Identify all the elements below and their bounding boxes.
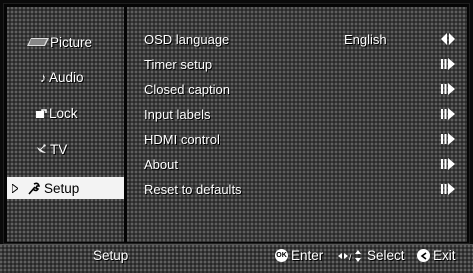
right-arrow-icon[interactable]: [441, 108, 455, 120]
sidebar-item-setup[interactable]: Setup: [7, 177, 124, 199]
selection-pointer-icon: [7, 183, 19, 193]
sidebar-item-label: Setup: [44, 180, 80, 196]
wrench-icon: [19, 182, 41, 195]
menu-row-label: Closed caption: [144, 81, 230, 97]
sidebar-item-label: TV: [50, 141, 68, 157]
sidebar-item-label: Lock: [49, 105, 78, 121]
sidebar-item-label: Picture: [50, 34, 93, 50]
sidebar-item-audio[interactable]: ♪ Audio: [7, 66, 124, 88]
enter-label: Enter: [291, 248, 324, 263]
exit-label: Exit: [433, 248, 456, 263]
right-arrow-icon[interactable]: [441, 133, 455, 145]
sidebar-item-tv[interactable]: TV: [7, 138, 124, 160]
footer-hint-bar: Setup OK Enter / Select Exit: [0, 244, 473, 273]
menu-row-input-labels[interactable]: Input labels: [127, 104, 467, 124]
setup-menu-panel: OSD language English Timer setup Closed …: [127, 7, 467, 242]
category-sidebar: Picture ♪ Audio Lock TV Setup: [7, 7, 124, 242]
navigate-arrows-icon: /: [338, 249, 361, 262]
sidebar-item-label: Audio: [49, 69, 84, 85]
menu-row-label: OSD language: [144, 31, 230, 47]
tv-osd-menu: Picture ♪ Audio Lock TV Setup OSD langua…: [3, 3, 470, 244]
menu-row-label: About: [144, 156, 178, 172]
right-arrow-icon[interactable]: [441, 83, 455, 95]
exit-button-icon: [417, 249, 430, 262]
menu-row-label: Timer setup: [144, 56, 213, 72]
menu-row-label: Reset to defaults: [144, 181, 242, 197]
satellite-dish-icon: [7, 144, 50, 154]
menu-row-label: Input labels: [144, 106, 211, 122]
lock-icon: [7, 108, 49, 118]
menu-row-hdmi-control[interactable]: HDMI control: [127, 129, 467, 149]
footer-title: Setup: [93, 248, 129, 263]
exit-hint: Exit: [417, 248, 456, 263]
sidebar-item-picture[interactable]: Picture: [7, 31, 124, 53]
ok-button-icon: OK: [275, 249, 288, 262]
right-arrow-icon[interactable]: [441, 183, 455, 195]
svg-text:/: /: [349, 252, 352, 262]
select-hint: / Select: [338, 248, 405, 263]
left-right-arrow-icon[interactable]: [441, 33, 455, 45]
menu-row-osd-language[interactable]: OSD language English: [127, 29, 467, 49]
picture-icon: [7, 37, 50, 47]
menu-row-value: English: [344, 31, 387, 47]
menu-row-reset-to-defaults[interactable]: Reset to defaults: [127, 179, 467, 199]
menu-row-label: HDMI control: [144, 131, 220, 147]
menu-row-about[interactable]: About: [127, 154, 467, 174]
right-arrow-icon[interactable]: [441, 158, 455, 170]
sidebar-item-lock[interactable]: Lock: [7, 102, 124, 124]
menu-row-timer-setup[interactable]: Timer setup: [127, 54, 467, 74]
menu-row-closed-caption[interactable]: Closed caption: [127, 79, 467, 99]
enter-hint: OK Enter: [275, 248, 323, 263]
select-label: Select: [367, 248, 405, 263]
right-arrow-icon[interactable]: [441, 58, 455, 70]
music-note-icon: ♪: [40, 69, 47, 85]
